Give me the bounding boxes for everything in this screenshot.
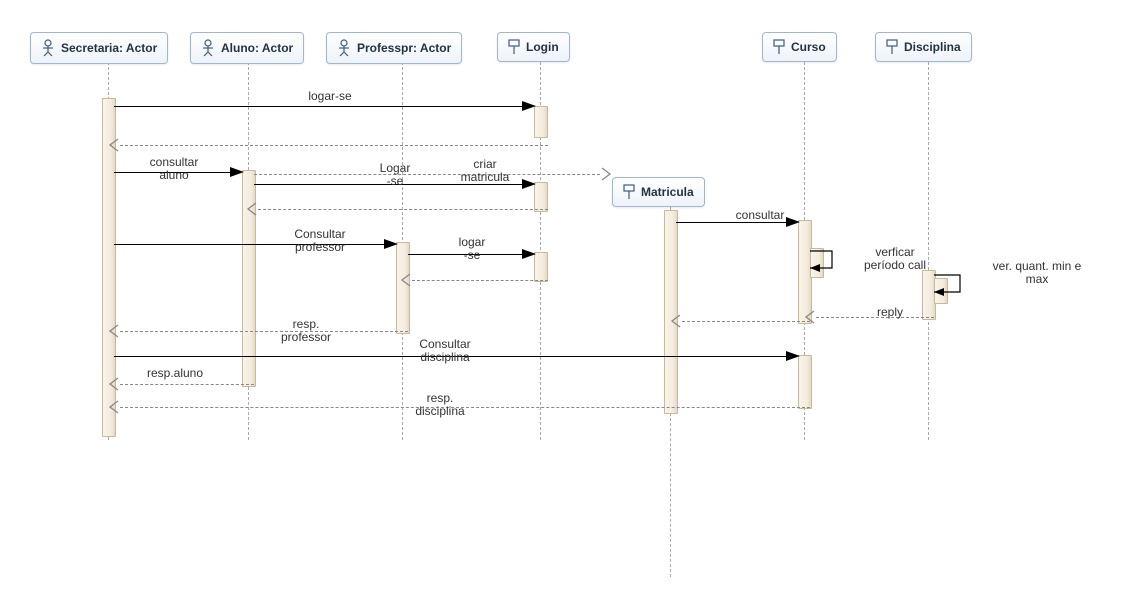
chevron-left-icon (106, 137, 122, 156)
chevron-left-icon (668, 313, 684, 332)
participant-aluno: Aluno: Actor (190, 32, 304, 64)
participant-label: Curso (791, 40, 826, 54)
activation-login-2 (534, 182, 548, 212)
chevron-right-icon (598, 166, 614, 185)
participant-label: Secretaria: Actor (61, 41, 157, 55)
chevron-left-icon (244, 201, 260, 220)
msg-label: Logar -se (360, 162, 430, 188)
msg-label: logar -se (432, 236, 512, 262)
activation-login-3 (534, 252, 548, 282)
msg-label: resp. professor (256, 318, 356, 344)
msg-return-login-secretaria (120, 145, 548, 146)
chevron-left-icon (398, 272, 414, 291)
arrow-icon (786, 351, 800, 361)
participant-label: Login (526, 40, 559, 54)
participant-label: Aluno: Actor (221, 41, 293, 55)
participant-label: Disciplina (904, 40, 961, 54)
msg-resp-aluno (120, 384, 254, 385)
activation-matricula (664, 210, 678, 414)
self-call-curso (810, 248, 840, 278)
object-icon (623, 184, 635, 200)
participant-login: Login (497, 32, 570, 62)
participant-label: Professpr: Actor (357, 41, 451, 55)
sequence-diagram: Secretaria: Actor Aluno: Actor Professpr… (0, 0, 1136, 605)
msg-label: reply (850, 306, 930, 319)
participant-label: Matricula (641, 185, 694, 199)
participant-secretaria: Secretaria: Actor (30, 32, 168, 64)
actor-icon (337, 39, 351, 57)
participant-matricula: Matricula (612, 177, 705, 207)
arrow-icon (522, 249, 536, 259)
self-call-disciplina (934, 272, 968, 302)
msg-label: Consultar professor (260, 228, 380, 254)
msg-return-login-prof (412, 280, 548, 281)
msg-label: logar-se (260, 90, 400, 103)
msg-label: verficar período call (840, 246, 950, 272)
participant-professor: Professpr: Actor (326, 32, 462, 64)
msg-label: ver. quant. min e max (972, 260, 1102, 286)
msg-label: consultar (710, 209, 810, 222)
msg-logar-se (114, 106, 522, 107)
actor-icon (41, 39, 55, 57)
object-icon (508, 39, 520, 55)
msg-return-curso-matricula (682, 321, 810, 322)
msg-label: resp.aluno (120, 367, 230, 380)
participant-disciplina: Disciplina (875, 32, 972, 62)
arrow-icon (230, 167, 244, 177)
chevron-left-icon (106, 399, 122, 418)
arrow-icon (384, 239, 398, 249)
actor-icon (201, 39, 215, 57)
activation-curso-2 (798, 355, 812, 409)
arrow-icon (522, 101, 536, 111)
msg-label: resp. disciplina (380, 392, 500, 418)
chevron-left-icon (106, 323, 122, 342)
object-icon (886, 39, 898, 55)
msg-label: consultar aluno (124, 156, 224, 182)
activation-login-1 (534, 106, 548, 138)
msg-label: Consultar disciplina (380, 338, 510, 364)
chevron-left-icon (802, 309, 818, 328)
msg-return-login-aluno (258, 209, 548, 210)
object-icon (773, 39, 785, 55)
msg-label: criar matricula (440, 158, 530, 184)
participant-curso: Curso (762, 32, 837, 62)
